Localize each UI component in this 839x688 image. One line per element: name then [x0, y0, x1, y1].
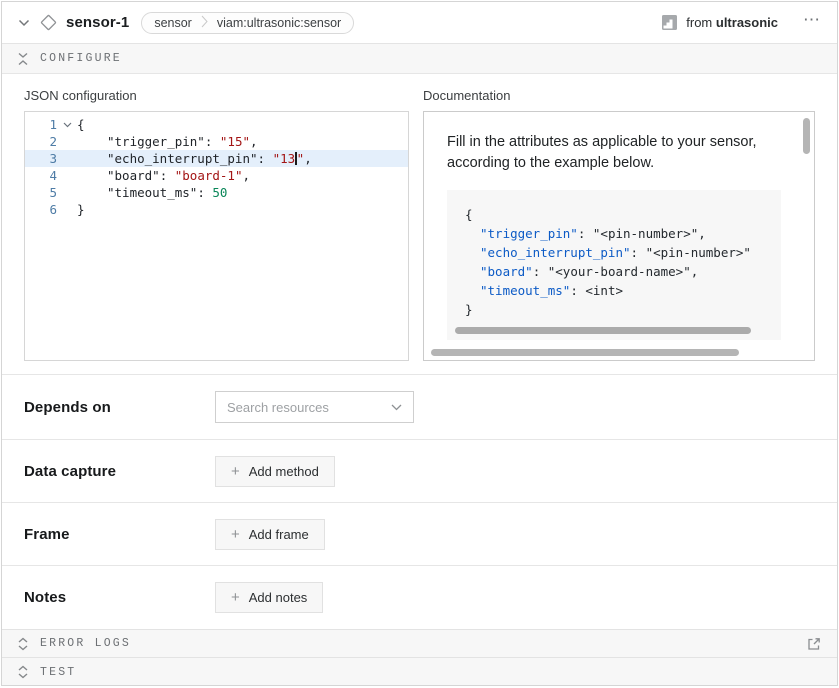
configure-section-bar[interactable]: CONFIGURE [2, 44, 837, 74]
documentation-label: Documentation [423, 88, 815, 103]
configure-panel: JSON configuration 1 { 2 "trigger_pin": … [2, 74, 837, 374]
plus-icon: + [231, 590, 240, 605]
editor-line[interactable]: 2 "trigger_pin": "15", [25, 133, 408, 150]
resource-select[interactable]: Search resources [215, 391, 414, 423]
data-capture-label: Data capture [24, 463, 215, 480]
documentation-panel: Fill in the attributes as applicable to … [423, 111, 815, 361]
code-horizontal-scrollbar[interactable] [455, 327, 751, 334]
frame-label: Frame [24, 526, 215, 543]
doc-vertical-scrollbar[interactable] [803, 118, 810, 154]
doc-code-line: "board": "<your-board-name>", [465, 262, 781, 281]
code-text: "board": "board-1", [77, 167, 250, 184]
data-capture-row: Data capture + Add method [2, 439, 837, 502]
doc-horizontal-scrollbar[interactable] [431, 349, 739, 356]
doc-code-block: { "trigger_pin": "<pin-number>", "echo_i… [447, 190, 781, 340]
add-frame-button[interactable]: + Add frame [215, 519, 325, 550]
test-label: TEST [40, 666, 76, 679]
open-logs-button[interactable] [807, 637, 821, 651]
line-number: 1 [25, 116, 57, 133]
code-text: "echo_interrupt_pin": "13", [77, 150, 312, 167]
component-card: sensor-1 sensor viam:ultrasonic:sensor f… [1, 1, 838, 686]
line-number: 4 [25, 167, 57, 184]
sensor-diamond-icon [40, 14, 57, 31]
documentation-intro: Fill in the attributes as applicable to … [447, 132, 778, 174]
error-logs-label: ERROR LOGS [40, 637, 131, 650]
depends-on-row: Depends on Search resources [2, 374, 837, 439]
doc-code-line: "echo_interrupt_pin": "<pin-number>" [465, 243, 781, 262]
module-name: ultrasonic [716, 15, 778, 30]
collapse-chevron-icon[interactable] [18, 19, 30, 27]
unfold-icon[interactable] [18, 637, 28, 651]
doc-code-line: { [465, 205, 781, 224]
module-icon [662, 15, 677, 30]
line-number: 5 [25, 184, 57, 201]
configure-label: CONFIGURE [40, 52, 122, 65]
fold-chevron-icon[interactable] [57, 116, 77, 133]
notes-row: Notes + Add notes [2, 565, 837, 629]
json-config-label: JSON configuration [24, 88, 409, 103]
plus-icon: + [231, 464, 240, 479]
line-number: 6 [25, 201, 57, 218]
add-notes-button[interactable]: + Add notes [215, 582, 323, 613]
test-bar[interactable]: TEST [2, 657, 837, 686]
fold-icon[interactable] [18, 52, 28, 66]
unfold-icon[interactable] [18, 665, 28, 679]
pill-separator-icon [201, 15, 208, 31]
type-label: sensor [154, 16, 192, 30]
editor-line[interactable]: 5 "timeout_ms": 50 [25, 184, 408, 201]
editor-active-line[interactable]: 3 "echo_interrupt_pin": "13", [25, 150, 408, 167]
plus-icon: + [231, 527, 240, 542]
code-text: "trigger_pin": "15", [77, 133, 258, 150]
module-source[interactable]: from ultrasonic [662, 15, 778, 30]
json-editor[interactable]: 1 { 2 "trigger_pin": "15", 3 "echo_inter… [24, 111, 409, 361]
component-header: sensor-1 sensor viam:ultrasonic:sensor f… [2, 2, 837, 44]
notes-label: Notes [24, 589, 215, 606]
select-placeholder: Search resources [227, 400, 329, 415]
depends-on-label: Depends on [24, 399, 215, 416]
external-link-icon [807, 637, 821, 651]
component-type-pill: sensor viam:ultrasonic:sensor [141, 12, 354, 34]
module-source-label: from ultrasonic [686, 15, 778, 30]
overflow-menu-button[interactable]: ⋯ [801, 11, 823, 34]
editor-line[interactable]: 6 } [25, 201, 408, 218]
error-logs-bar[interactable]: ERROR LOGS [2, 629, 837, 657]
code-text: } [77, 201, 85, 218]
editor-line[interactable]: 1 { [25, 116, 408, 133]
line-number: 3 [25, 150, 57, 167]
add-method-button[interactable]: + Add method [215, 456, 335, 487]
line-number: 2 [25, 133, 57, 150]
code-text: "timeout_ms": 50 [77, 184, 227, 201]
component-title: sensor-1 [66, 14, 129, 31]
doc-code-line: "timeout_ms": <int> [465, 281, 781, 300]
doc-code-line: "trigger_pin": "<pin-number>", [465, 224, 781, 243]
editor-line[interactable]: 4 "board": "board-1", [25, 167, 408, 184]
doc-code-line: } [465, 300, 781, 319]
model-label: viam:ultrasonic:sensor [217, 16, 341, 30]
code-text: { [77, 116, 85, 133]
chevron-down-icon [391, 404, 402, 411]
frame-row: Frame + Add frame [2, 502, 837, 565]
